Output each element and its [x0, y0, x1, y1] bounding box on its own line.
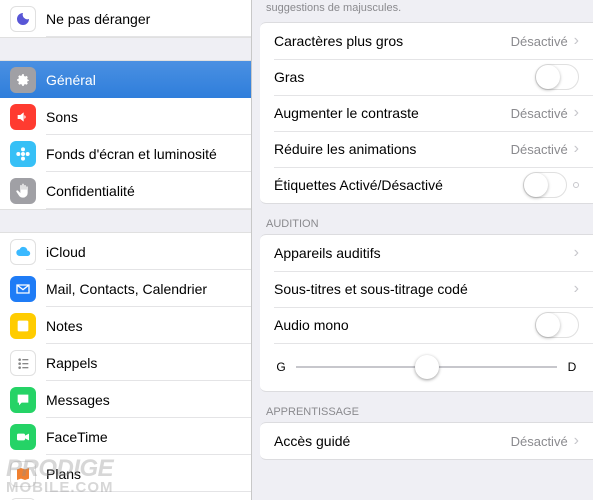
group-learning: Accès guidéDésactivé › [260, 422, 593, 460]
balance-slider-track[interactable] [296, 366, 557, 368]
sidebar-item-mail[interactable]: Mail, Contacts, Calendrier [0, 270, 251, 307]
group-header-audition: AUDITION [252, 204, 593, 234]
sidebar-item-label: Rappels [46, 355, 97, 371]
row-label: Accès guidé [274, 433, 511, 449]
sidebar-item-label: FaceTime [46, 429, 108, 445]
row-label: Gras [274, 69, 535, 85]
sidebar-item-label: Ne pas déranger [46, 11, 150, 27]
row-caract-res-plus-gros[interactable]: Caractères plus grosDésactivé › [260, 23, 593, 59]
row-audio-mono[interactable]: Audio mono [260, 307, 593, 343]
row-label: Sous-titres et sous-titrage codé [274, 281, 574, 297]
row--tiquettes-activ-d-sactiv-[interactable]: Étiquettes Activé/Désactivé [260, 167, 593, 203]
sidebar-item-reminders[interactable]: Rappels [0, 344, 251, 381]
sidebar-item-moon[interactable]: Ne pas déranger [0, 0, 251, 37]
toggle-switch[interactable] [535, 64, 579, 90]
video-icon [10, 424, 36, 450]
row-label: Audio mono [274, 317, 535, 333]
chevron-right-icon: › [574, 32, 579, 50]
sidebar-separator [0, 209, 251, 233]
sidebar-item-label: iCloud [46, 244, 86, 260]
sidebar-item-label: Mail, Contacts, Calendrier [46, 281, 207, 297]
slider-left-label: G [274, 360, 288, 374]
sidebar-item-compass[interactable]: Safari [0, 492, 251, 500]
chevron-right-icon: › [574, 280, 579, 298]
row-appareils-auditifs[interactable]: Appareils auditifs› [260, 235, 593, 271]
gear-icon [10, 67, 36, 93]
row-label: Caractères plus gros [274, 33, 511, 49]
toggle-off-indicator [573, 182, 579, 188]
map-icon [10, 461, 36, 487]
sidebar-item-speaker[interactable]: Sons [0, 98, 251, 135]
row-gras[interactable]: Gras [260, 59, 593, 95]
group-footer-hint: suggestions de majuscules. [252, 0, 593, 22]
sidebar-item-cloud[interactable]: iCloud [0, 233, 251, 270]
sidebar-item-flower[interactable]: Fonds d'écran et luminosité [0, 135, 251, 172]
balance-slider-thumb[interactable] [415, 355, 439, 379]
row-label: Réduire les animations [274, 141, 511, 157]
sidebar-item-label: Sons [46, 109, 78, 125]
bubble-icon [10, 387, 36, 413]
sidebar-item-video[interactable]: FaceTime [0, 418, 251, 455]
row-value: Désactivé [511, 34, 568, 49]
notes-icon [10, 313, 36, 339]
settings-sidebar: Ne pas déranger Général Sons Fonds d'écran … [0, 0, 252, 500]
sidebar-item-notes[interactable]: Notes [0, 307, 251, 344]
row-label: Augmenter le contraste [274, 105, 511, 121]
slider-right-label: D [565, 360, 579, 374]
group-header-learning: APPRENTISSAGE [252, 392, 593, 422]
mail-icon [10, 276, 36, 302]
sidebar-item-label: Fonds d'écran et luminosité [46, 146, 217, 162]
group-audition: Appareils auditifs›Sous-titres et sous-t… [260, 234, 593, 392]
sidebar-item-hand[interactable]: Confidentialité [0, 172, 251, 209]
cloud-icon [10, 239, 36, 265]
hand-icon [10, 178, 36, 204]
flower-icon [10, 141, 36, 167]
row-r-duire-les-animations[interactable]: Réduire les animationsDésactivé › [260, 131, 593, 167]
row-augmenter-le-contraste[interactable]: Augmenter le contrasteDésactivé › [260, 95, 593, 131]
row-balance-slider[interactable]: GD [260, 343, 593, 391]
group-vision: Caractères plus grosDésactivé›GrasAugmen… [260, 22, 593, 204]
chevron-right-icon: › [574, 104, 579, 122]
row-sous-titres-et-sous-titrage-cod-[interactable]: Sous-titres et sous-titrage codé› [260, 271, 593, 307]
sidebar-item-label: Plans [46, 466, 81, 482]
sidebar-item-gear[interactable]: Général [0, 61, 251, 98]
row-label: Étiquettes Activé/Désactivé [274, 177, 523, 193]
sidebar-item-label: Général [46, 72, 96, 88]
sidebar-item-map[interactable]: Plans [0, 455, 251, 492]
settings-detail: suggestions de majuscules. Caractères pl… [252, 0, 593, 500]
toggle-switch[interactable] [535, 312, 579, 338]
sidebar-separator [0, 37, 251, 61]
row-value: Désactivé [511, 434, 568, 449]
chevron-right-icon: › [574, 244, 579, 262]
sidebar-item-bubble[interactable]: Messages [0, 381, 251, 418]
toggle-switch[interactable] [523, 172, 567, 198]
row-value: Désactivé [511, 142, 568, 157]
sidebar-item-label: Notes [46, 318, 83, 334]
row-acc-s-guid-[interactable]: Accès guidéDésactivé › [260, 423, 593, 459]
speaker-icon [10, 104, 36, 130]
moon-icon [10, 6, 36, 32]
row-value: Désactivé [511, 106, 568, 121]
sidebar-item-label: Messages [46, 392, 110, 408]
chevron-right-icon: › [574, 140, 579, 158]
chevron-right-icon: › [574, 432, 579, 450]
reminders-icon [10, 350, 36, 376]
row-label: Appareils auditifs [274, 245, 574, 261]
sidebar-item-label: Confidentialité [46, 183, 135, 199]
